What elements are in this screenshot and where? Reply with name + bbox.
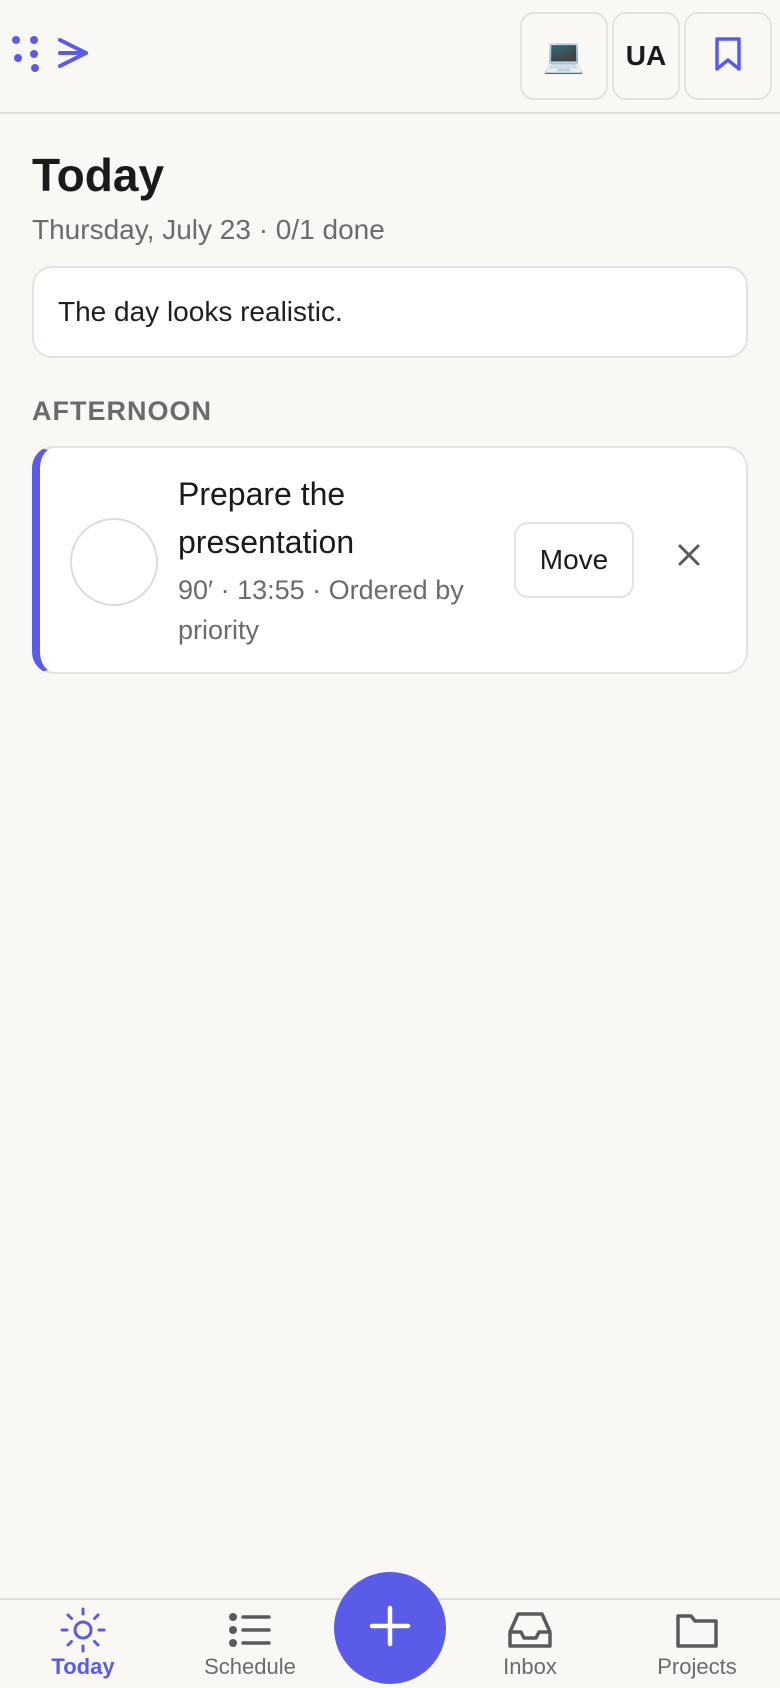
add-task-button[interactable] [334, 1572, 446, 1684]
bookmark-button[interactable] [684, 12, 772, 100]
laptop-icon: 💻 [542, 37, 586, 75]
language-button[interactable]: UA [612, 12, 680, 100]
device-button[interactable]: 💻 [520, 12, 608, 100]
remove-task-button[interactable] [666, 534, 712, 580]
nav-item-schedule[interactable]: Schedule [170, 1600, 330, 1688]
day-assessment-card: The day looks realistic. [32, 266, 748, 358]
nav-item-projects[interactable]: Projects [617, 1600, 777, 1688]
section-label-afternoon: AFTERNOON [32, 396, 212, 426]
task-meta: 90′ · 13:55 · Ordered by priority [178, 575, 464, 645]
today-screen: 💻 UA Today Thursday, July 23 · 0/1 done … [0, 0, 780, 1688]
task-card[interactable]: Prepare the presentation 90′ · 13:55 · O… [32, 446, 748, 674]
planner-logo-icon[interactable] [10, 34, 100, 78]
nav-label-schedule: Schedule [204, 1654, 296, 1679]
nav-item-today[interactable]: Today [3, 1600, 163, 1688]
language-label: UA [625, 40, 667, 71]
plus-icon [368, 1604, 412, 1653]
list-icon [228, 1606, 272, 1654]
task-title: Prepare the presentation [178, 476, 355, 560]
day-assessment-text: The day looks realistic. [58, 296, 343, 327]
close-icon [677, 543, 701, 572]
date-progress: Thursday, July 23 · 0/1 done [32, 214, 385, 245]
page-title: Today [32, 149, 165, 201]
sun-icon [60, 1606, 106, 1654]
bookmark-icon [713, 36, 743, 77]
nav-item-inbox[interactable]: Inbox [450, 1600, 610, 1688]
inbox-icon [507, 1606, 553, 1654]
top-bar: 💻 UA [0, 0, 780, 114]
move-task-button[interactable]: Move [514, 522, 634, 598]
nav-label-projects: Projects [657, 1654, 737, 1679]
nav-label-today: Today [51, 1654, 115, 1679]
folder-icon [675, 1606, 719, 1654]
task-complete-checkbox[interactable] [70, 518, 158, 606]
nav-label-inbox: Inbox [503, 1654, 557, 1679]
